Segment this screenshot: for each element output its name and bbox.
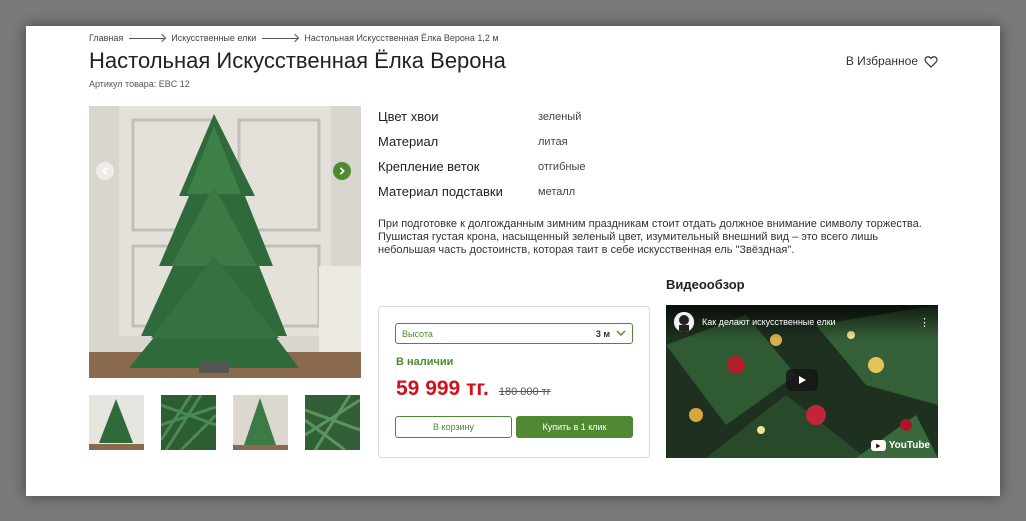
image-prev-button[interactable] [96,162,114,180]
buy-one-click-button[interactable]: Купить в 1 клик [516,416,633,438]
spec-name: Материал подставки [378,184,503,199]
spec-name: Материал [378,134,439,149]
thumbnail[interactable] [161,395,216,450]
kebab-menu-icon[interactable]: ⋮ [919,316,930,329]
breadcrumb: Главная Искусственные елки Настольная Ис… [89,33,499,43]
thumbnail[interactable] [233,395,288,450]
channel-avatar[interactable] [674,312,694,332]
spec-value: литая [538,135,568,148]
stock-status: В наличии [396,356,454,368]
spec-row: Материал литая [378,129,585,154]
video-title[interactable]: Как делают искусственные елки [702,317,911,327]
heart-icon [924,55,938,68]
thumbnail-strip [89,395,360,450]
spec-name: Крепление веток [378,159,480,174]
spec-value: зеленый [538,110,582,123]
spec-row: Цвет хвои зеленый [378,104,585,129]
height-select[interactable]: Высота 3 м [395,323,633,344]
play-button[interactable] [786,369,818,391]
product-description: При подготовке к долгожданным зимним пра… [378,218,922,256]
product-main-image[interactable] [89,106,361,378]
spec-name: Цвет хвои [378,109,439,124]
product-sku: Артикул товара: EBC 12 [89,79,190,89]
product-page: Главная Искусственные елки Настольная Ис… [26,26,1000,496]
breadcrumb-link-category[interactable]: Искусственные елки [171,33,256,43]
chevron-down-icon [616,330,626,337]
height-select-label: Высота [402,328,433,339]
thumbnail[interactable] [305,395,360,450]
video-player[interactable]: Как делают искусственные елки ⋮ YouTube [666,305,938,458]
old-price: 180 000 тг [498,386,551,398]
spec-value: отгибные [538,160,586,173]
breadcrumb-link-home[interactable]: Главная [89,33,123,43]
video-header: Как делают искусственные елки ⋮ [666,305,938,339]
spec-row: Крепление веток отгибные [378,154,585,179]
price-row: 59 999 тг. 180 000 тг [396,377,551,401]
video-section-title: Видеообзор [666,277,745,292]
favorites-label: В Избранное [845,54,918,68]
breadcrumb-arrow-icon [262,37,299,39]
spec-row: Материал подставки металл [378,179,585,204]
height-select-value: 3 м [596,329,626,339]
price: 59 999 тг. [396,377,489,400]
thumbnail[interactable] [89,395,144,450]
breadcrumb-arrow-icon [129,37,166,39]
image-next-button[interactable] [333,162,351,180]
height-value: 3 м [595,328,610,339]
play-icon [799,376,806,384]
breadcrumb-current: Настольная Искусственная Ёлка Верона 1,2… [304,33,499,43]
purchase-box: Высота 3 м В наличии 59 999 тг. 180 000 … [378,306,650,458]
youtube-icon [870,440,886,451]
chevron-right-icon [339,167,345,175]
add-to-favorites-button[interactable]: В Избранное [846,54,938,68]
youtube-wordmark: YouTube [888,440,930,451]
page-title: Настольная Искусственная Ёлка Верона [89,48,506,73]
chevron-left-icon [102,167,108,175]
add-to-cart-button[interactable]: В корзину [395,416,512,438]
youtube-logo[interactable]: YouTube [870,440,930,451]
spec-value: металл [538,185,576,198]
spec-table: Цвет хвои зеленый Материал литая Креплен… [378,104,585,204]
